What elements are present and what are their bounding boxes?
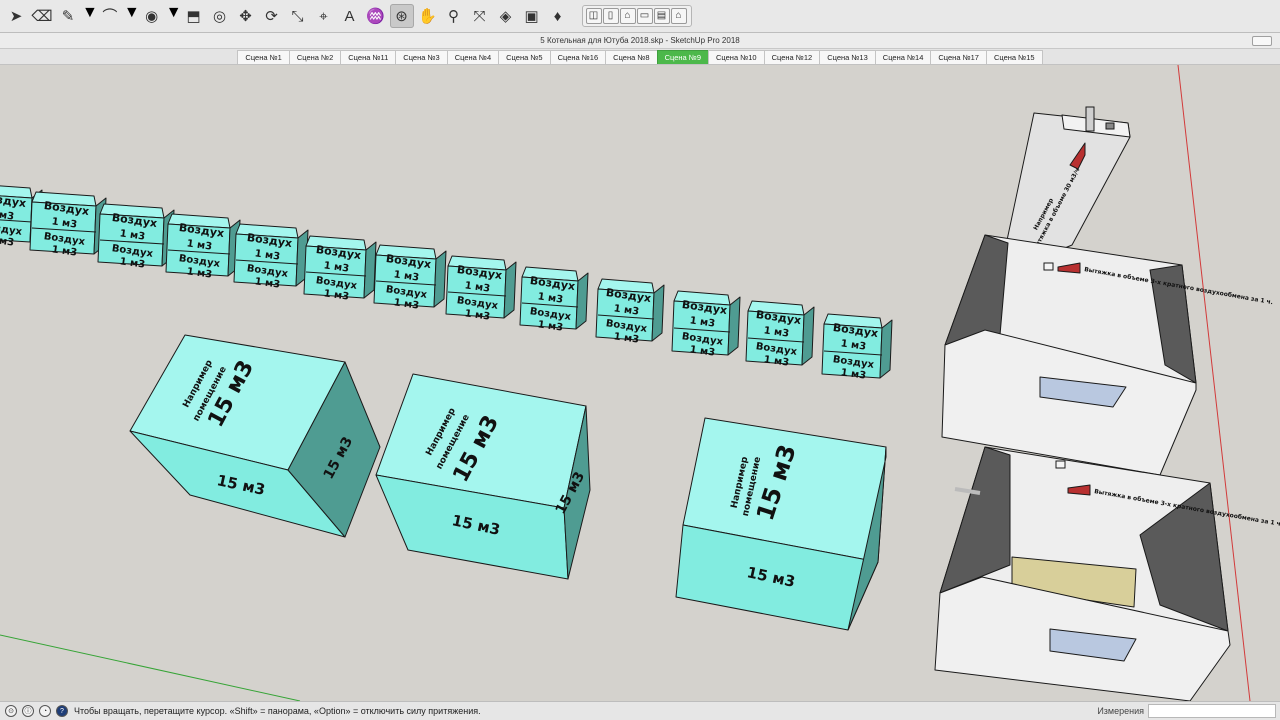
right-view-icon[interactable]: ▭	[636, 8, 653, 24]
small-cube: Воздух1 м3Воздух1 м3	[29, 191, 107, 259]
arc-tool-icon[interactable]: ⌒	[98, 4, 122, 28]
room-upper-vent	[1043, 262, 1054, 271]
scene-tab[interactable]: Сцена №9	[656, 50, 709, 64]
rotate-tool-icon[interactable]: ⟳	[260, 4, 284, 28]
small-cube: Воздух1 м3Воздух1 м3	[233, 223, 309, 291]
main-toolbar: ➤ ⌫ ✎ ▼ ⌒ ▼ ◉ ▼ ⬒ ◎ ✥ ⟳ ⤡ ⌖ A ♒ ⊛ ✋ ⚲ ⤧ ◈ ▣ ♦ ◫ ▯ ⌂ ▭ ▤ ⌂	[0, 0, 1280, 33]
scene-tab[interactable]: Сцена №11	[340, 50, 397, 64]
small-cube: Воздух1 м3Воздух1 м3	[373, 244, 447, 312]
pencil-tool-icon[interactable]: ✎	[56, 4, 80, 28]
toolbar-toggle-button[interactable]	[1252, 36, 1272, 46]
shape-tool-icon[interactable]: ◉	[140, 4, 164, 28]
scene-tab[interactable]: Сцена №14	[874, 50, 932, 64]
dropdown-caret-icon[interactable]: ▼	[82, 4, 98, 28]
window-title: 5 Котельная для Ютуба 2018.skp - SketchU…	[540, 36, 740, 45]
view-toolbar: ◫ ▯ ⌂ ▭ ▤ ⌂	[581, 5, 692, 27]
zoom-extents-tool-icon[interactable]: ⤧	[468, 4, 492, 28]
move-tool-icon[interactable]: ✥	[234, 4, 258, 28]
ruby-icon[interactable]: ♦	[546, 4, 570, 28]
small-cube-side	[727, 296, 741, 356]
model-canvas[interactable]: Воздух1 м3Воздух1 м3Воздух1 м3Воздух1 м3…	[0, 65, 1280, 701]
zoom-tool-icon[interactable]: ⚲	[442, 4, 466, 28]
instructor-icon[interactable]: ?	[56, 705, 68, 717]
window-titlebar: 5 Котельная для Ютуба 2018.skp - SketchU…	[0, 33, 1280, 49]
small-cube-side	[651, 284, 665, 342]
dropdown-caret-icon[interactable]: ▼	[166, 4, 182, 28]
small-cube-side	[575, 272, 589, 330]
small-cube-side	[801, 306, 815, 366]
scale-tool-icon[interactable]: ⤡	[286, 4, 310, 28]
measurements-input[interactable]	[1148, 704, 1276, 718]
push-pull-tool-icon[interactable]: ⬒	[182, 4, 206, 28]
user-icon[interactable]: ◔	[39, 705, 51, 717]
small-cube-side	[433, 250, 447, 308]
eraser-tool-icon[interactable]: ⌫	[30, 4, 54, 28]
small-cube: Воздух1 м3Воздух1 м3	[303, 235, 377, 303]
scene-tab[interactable]: Сцена №1	[237, 50, 290, 64]
offset-tool-icon[interactable]: ◎	[208, 4, 232, 28]
dropdown-caret-icon[interactable]: ▼	[124, 4, 140, 28]
small-cube-side	[503, 261, 517, 319]
left-view-icon[interactable]: ⌂	[670, 8, 687, 24]
scene-tab[interactable]: Сцена №17	[930, 50, 987, 64]
extension-warehouse-icon[interactable]: ▣	[520, 4, 544, 28]
small-cube: Воздух1 м3Воздух1 м3	[445, 255, 517, 323]
model-viewport[interactable]: Воздух1 м3Воздух1 м3Воздух1 м3Воздух1 м3…	[0, 65, 1280, 701]
chimney-pipe	[1085, 106, 1095, 132]
chimney-vent	[1105, 122, 1115, 130]
back-view-icon[interactable]: ▤	[653, 8, 670, 24]
scene-tab[interactable]: Сцена №8	[605, 50, 658, 64]
scene-tab[interactable]: Сцена №10	[708, 50, 765, 64]
front-view-icon[interactable]: ⌂	[619, 8, 636, 24]
small-cube: Воздух1 м3Воздух1 м3	[821, 313, 893, 382]
scene-tab[interactable]: Сцена №12	[763, 50, 821, 64]
text-tool-icon[interactable]: A	[338, 4, 362, 28]
room-lower-vent	[1055, 460, 1066, 469]
small-cube-side	[879, 319, 893, 379]
warehouse-icon[interactable]: ◈	[494, 4, 518, 28]
scene-tab[interactable]: Сцена №5	[498, 50, 551, 64]
large-cube: 15 м3Напримерпомещение15 м3	[675, 417, 887, 631]
top-view-icon[interactable]: ▯	[602, 8, 619, 24]
tool-group: ➤ ⌫ ✎ ▼ ⌒ ▼ ◉ ▼ ⬒ ◎ ✥ ⟳ ⤡ ⌖ A ♒ ⊛ ✋ ⚲ ⤧ ◈ ▣ ♦	[4, 4, 572, 28]
scene-tab[interactable]: Сцена №16	[549, 50, 607, 64]
iso-view-icon[interactable]: ◫	[585, 8, 602, 24]
paint-bucket-tool-icon[interactable]: ♒	[364, 4, 388, 28]
scene-tab[interactable]: Сцена №3	[395, 50, 448, 64]
select-tool-icon[interactable]: ➤	[4, 4, 28, 28]
small-cube: Воздух1 м3Воздух1 м3	[97, 203, 175, 271]
pan-tool-icon[interactable]: ✋	[416, 4, 440, 28]
scene-tabs: Сцена №1 Сцена №2 Сцена №11 Сцена №3 Сцена №…	[0, 49, 1280, 65]
scene-tab[interactable]: Сцена №2	[288, 50, 342, 64]
status-text: Чтобы вращать, перетащите курсор. «Shift…	[74, 706, 481, 716]
scene-tab[interactable]: Сцена №4	[446, 50, 500, 64]
measurements-label: Измерения	[1097, 706, 1144, 716]
large-cube: 15 м3Напримерпомещение15 м315 м3	[375, 373, 591, 580]
orbit-tool-icon[interactable]: ⊛	[389, 4, 414, 28]
geo-location-icon[interactable]: ⊙	[5, 705, 17, 717]
small-cube: Воздух1 м3Воздух1 м3	[165, 213, 241, 281]
scene-tab[interactable]: Сцена №15	[985, 50, 1043, 64]
tape-measure-tool-icon[interactable]: ⌖	[312, 4, 336, 28]
scene-tab[interactable]: Сцена №13	[819, 50, 876, 64]
status-bar: ⊙ ⓘ ◔ ? Чтобы вращать, перетащите курсор…	[0, 701, 1280, 720]
credits-icon[interactable]: ⓘ	[22, 705, 34, 717]
